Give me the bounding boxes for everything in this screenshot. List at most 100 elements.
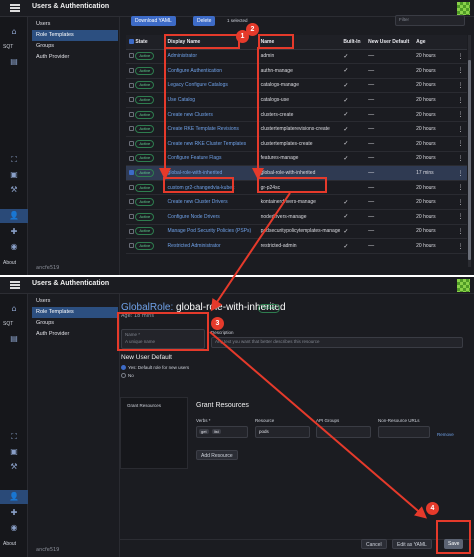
cancel-button[interactable]: Cancel bbox=[361, 539, 387, 549]
row-checkbox[interactable] bbox=[129, 155, 134, 161]
row-actions-icon[interactable]: ⋮ bbox=[454, 92, 467, 108]
product-logo-icon[interactable] bbox=[457, 2, 470, 15]
edit-as-yaml-button[interactable]: Edit as YAML bbox=[392, 539, 432, 549]
col-age[interactable]: Age bbox=[413, 35, 455, 50]
row-display-name[interactable]: Create new Cluster Drivers bbox=[164, 194, 258, 211]
api-groups-input[interactable] bbox=[316, 426, 371, 438]
radio-no[interactable] bbox=[121, 373, 126, 378]
rail-sqt-label[interactable]: SQT bbox=[3, 44, 13, 50]
row-display-name[interactable]: Configure Authentication bbox=[164, 63, 258, 79]
row-checkbox[interactable] bbox=[129, 199, 134, 205]
table-row[interactable]: Active Use Catalog catalogs-use ✓ —20 hours ⋮ bbox=[126, 92, 467, 108]
row-actions-icon[interactable]: ⋮ bbox=[454, 107, 467, 123]
row-display-name[interactable]: Restricted Administrator bbox=[164, 238, 258, 254]
subnav-item-users[interactable]: Users bbox=[32, 19, 118, 30]
row-checkbox[interactable] bbox=[129, 126, 134, 132]
radio-no-label[interactable]: No bbox=[128, 373, 134, 378]
about-link[interactable]: About bbox=[3, 260, 16, 266]
col-new-user-default[interactable]: New User Default bbox=[365, 35, 414, 50]
row-actions-icon[interactable]: ⋮ bbox=[454, 209, 467, 225]
table-row[interactable]: Active Legacy Configure Catalogs catalogs-… bbox=[126, 78, 467, 94]
table-row[interactable]: Active Configure Authentication authn-mana… bbox=[126, 63, 467, 79]
row-display-name[interactable]: Legacy Configure Catalogs bbox=[164, 78, 258, 94]
apps-icon[interactable]: ▤ bbox=[0, 332, 28, 346]
extensions-icon[interactable]: ✚ bbox=[0, 506, 28, 520]
cluster-icon[interactable]: ⛶ bbox=[0, 153, 28, 167]
select-all-checkbox[interactable] bbox=[129, 38, 134, 44]
cluster-icon[interactable]: ⛶ bbox=[0, 430, 28, 444]
table-row[interactable]: Active Manage Pod Security Policies (PSPs… bbox=[126, 224, 467, 240]
users-icon[interactable]: 👤 bbox=[0, 209, 28, 223]
row-display-name[interactable]: Manage Pod Security Policies (PSPs) bbox=[164, 224, 258, 240]
tool-icon[interactable]: ⚒ bbox=[0, 183, 28, 197]
globe-icon[interactable]: ◉ bbox=[0, 240, 28, 254]
non-resource-urls-input[interactable] bbox=[378, 426, 430, 438]
row-actions-icon[interactable]: ⋮ bbox=[454, 180, 467, 196]
hamburger-menu-icon[interactable] bbox=[10, 281, 20, 289]
row-display-name[interactable]: Create new RKE Cluster Templates bbox=[164, 136, 258, 152]
row-checkbox[interactable] bbox=[129, 111, 134, 117]
table-row[interactable]: Active Administrator admin ✓ —20 hours ⋮ bbox=[126, 49, 467, 65]
storage-icon[interactable]: ▣ bbox=[0, 168, 28, 182]
users-icon[interactable]: 👤 bbox=[0, 490, 28, 504]
table-row[interactable]: Active Create new Clusters clusters-create… bbox=[126, 107, 467, 123]
subnav-item-groups[interactable]: Groups bbox=[32, 318, 118, 329]
row-actions-icon[interactable]: ⋮ bbox=[454, 165, 467, 181]
row-checkbox[interactable] bbox=[129, 141, 134, 147]
home-icon[interactable]: ⌂ bbox=[0, 25, 28, 39]
apps-icon[interactable]: ▤ bbox=[0, 55, 28, 69]
row-actions-icon[interactable]: ⋮ bbox=[454, 238, 467, 254]
tool-icon[interactable]: ⚒ bbox=[0, 460, 28, 474]
table-row[interactable]: Active Create RKE Template Revisions clust… bbox=[126, 121, 467, 138]
home-icon[interactable]: ⌂ bbox=[0, 302, 28, 316]
radio-yes-label[interactable]: Yes: Default role for new users bbox=[128, 365, 189, 370]
row-display-name[interactable]: Configure Feature Flags bbox=[164, 151, 258, 167]
tab-grant-resources[interactable]: Grant Resources bbox=[127, 403, 161, 408]
row-actions-icon[interactable]: ⋮ bbox=[454, 121, 467, 138]
product-logo-icon[interactable] bbox=[457, 279, 470, 292]
row-checkbox[interactable] bbox=[129, 214, 134, 219]
radio-yes[interactable] bbox=[121, 365, 126, 370]
row-display-name[interactable]: Configure Node Drivers bbox=[164, 209, 258, 225]
subnav-item-auth-provider[interactable]: Auth Provider bbox=[32, 329, 118, 340]
storage-icon[interactable]: ▣ bbox=[0, 445, 28, 459]
table-scrollbar-thumb[interactable] bbox=[468, 60, 471, 260]
subnav-item-auth-provider[interactable]: Auth Provider bbox=[32, 52, 118, 63]
row-actions-icon[interactable]: ⋮ bbox=[454, 194, 467, 211]
filter-input[interactable]: Filter bbox=[395, 15, 465, 26]
row-checkbox[interactable] bbox=[129, 53, 134, 59]
row-checkbox[interactable] bbox=[129, 170, 134, 176]
row-checkbox[interactable] bbox=[129, 184, 134, 190]
row-display-name[interactable]: Administrator bbox=[164, 49, 258, 65]
row-actions-icon[interactable]: ⋮ bbox=[454, 63, 467, 79]
download-yaml-button[interactable]: Download YAML bbox=[131, 16, 176, 26]
row-display-name[interactable]: Create RKE Template Revisions bbox=[164, 121, 258, 138]
description-field[interactable]: Any text you want that better describes … bbox=[211, 337, 463, 348]
verbs-select[interactable]: get list bbox=[196, 426, 248, 438]
row-checkbox[interactable] bbox=[129, 97, 134, 103]
row-display-name[interactable]: Use Catalog bbox=[164, 92, 258, 108]
table-row[interactable]: Active Create new Cluster Drivers kontaine… bbox=[126, 194, 467, 211]
row-checkbox[interactable] bbox=[129, 228, 134, 234]
row-display-name[interactable]: Create new Clusters bbox=[164, 107, 258, 123]
table-row[interactable]: Active Restricted Administrator restricted… bbox=[126, 238, 467, 254]
hamburger-menu-icon[interactable] bbox=[10, 4, 20, 12]
subnav-item-users[interactable]: Users bbox=[32, 296, 118, 307]
subnav-item-groups[interactable]: Groups bbox=[32, 41, 118, 52]
table-row[interactable]: Active Configure Feature Flags features-ma… bbox=[126, 151, 467, 167]
row-actions-icon[interactable]: ⋮ bbox=[454, 78, 467, 94]
row-checkbox[interactable] bbox=[129, 68, 134, 74]
extensions-icon[interactable]: ✚ bbox=[0, 225, 28, 239]
subnav-item-role-templates[interactable]: Role Templates bbox=[32, 30, 118, 41]
about-link[interactable]: About bbox=[3, 541, 16, 547]
row-checkbox[interactable] bbox=[129, 243, 134, 249]
table-row[interactable]: Active Create new RKE Cluster Templates cl… bbox=[126, 136, 467, 152]
row-actions-icon[interactable]: ⋮ bbox=[454, 224, 467, 240]
row-checkbox[interactable] bbox=[129, 82, 134, 88]
subnav-item-role-templates[interactable]: Role Templates bbox=[32, 307, 118, 318]
add-resource-button[interactable]: Add Resource bbox=[196, 450, 238, 460]
col-state[interactable]: State bbox=[135, 39, 147, 45]
resource-input[interactable]: pods bbox=[255, 426, 310, 438]
col-built-in[interactable]: Built-In bbox=[340, 35, 366, 50]
verb-tag-get[interactable]: get bbox=[199, 429, 209, 434]
